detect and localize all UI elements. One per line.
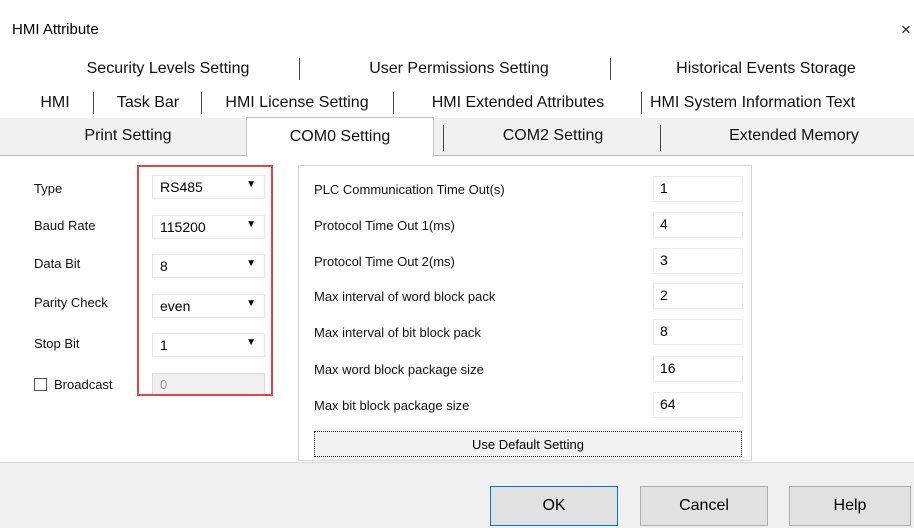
param-label: Max interval of word block pack (314, 289, 496, 304)
title-bar: HMI Attribute × (0, 0, 914, 46)
param-input[interactable]: 1 (653, 176, 743, 202)
tab-com2-setting[interactable]: COM2 Setting (470, 121, 636, 151)
tab-hmi-license-setting[interactable]: HMI License Setting (203, 88, 391, 118)
param-input[interactable]: 16 (653, 356, 743, 382)
type-label: Type (34, 181, 63, 196)
help-button[interactable]: Help (789, 486, 911, 526)
tab-com0-setting[interactable]: COM0 Setting (246, 117, 434, 156)
tab-divider (610, 58, 611, 80)
tab-divider (201, 92, 202, 114)
baud-rate-label: Baud Rate (34, 218, 96, 233)
broadcast-checkbox[interactable] (34, 378, 47, 391)
param-input[interactable]: 2 (653, 283, 743, 309)
tab-divider (299, 58, 300, 80)
param-input[interactable]: 64 (653, 392, 743, 418)
param-label: Protocol Time Out 1(ms) (314, 218, 455, 233)
data-bit-label: Data Bit (34, 256, 81, 271)
tab-divider (443, 125, 444, 151)
highlight-box (137, 165, 273, 396)
tab-hmi-system-information-text[interactable]: HMI System Information Text (642, 88, 914, 118)
stop-bit-label: Stop Bit (34, 336, 80, 351)
tab-divider (660, 125, 661, 151)
close-icon[interactable]: × (901, 20, 911, 40)
tab-user-permissions-setting[interactable]: User Permissions Setting (326, 54, 592, 84)
tab-security-levels-setting[interactable]: Security Levels Setting (60, 54, 276, 84)
tab-hmi[interactable]: HMI (28, 88, 82, 118)
param-label: Max word block package size (314, 362, 484, 377)
param-label: Max interval of bit block pack (314, 325, 481, 340)
param-input[interactable]: 4 (653, 212, 743, 238)
param-label: PLC Communication Time Out(s) (314, 182, 505, 197)
tab-print-setting[interactable]: Print Setting (52, 121, 204, 151)
ok-button[interactable]: OK (490, 486, 618, 526)
tab-task-bar[interactable]: Task Bar (96, 88, 200, 118)
tab-historical-events-storage[interactable]: Historical Events Storage (640, 54, 892, 84)
tab-divider (393, 92, 394, 114)
broadcast-label: Broadcast (54, 377, 113, 392)
param-input[interactable]: 8 (653, 319, 743, 345)
button-bar (0, 462, 914, 528)
tab-hmi-extended-attributes[interactable]: HMI Extended Attributes (396, 88, 640, 118)
tab-divider (93, 92, 94, 114)
parity-check-label: Parity Check (34, 295, 108, 310)
tab-extended-memory[interactable]: Extended Memory (690, 121, 898, 151)
cancel-button[interactable]: Cancel (640, 486, 768, 526)
window-title: HMI Attribute (12, 21, 99, 38)
param-label: Max bit block package size (314, 398, 470, 413)
use-default-setting-button[interactable]: Use Default Setting (314, 431, 742, 457)
param-label: Protocol Time Out 2(ms) (314, 254, 455, 269)
param-input[interactable]: 3 (653, 248, 743, 274)
